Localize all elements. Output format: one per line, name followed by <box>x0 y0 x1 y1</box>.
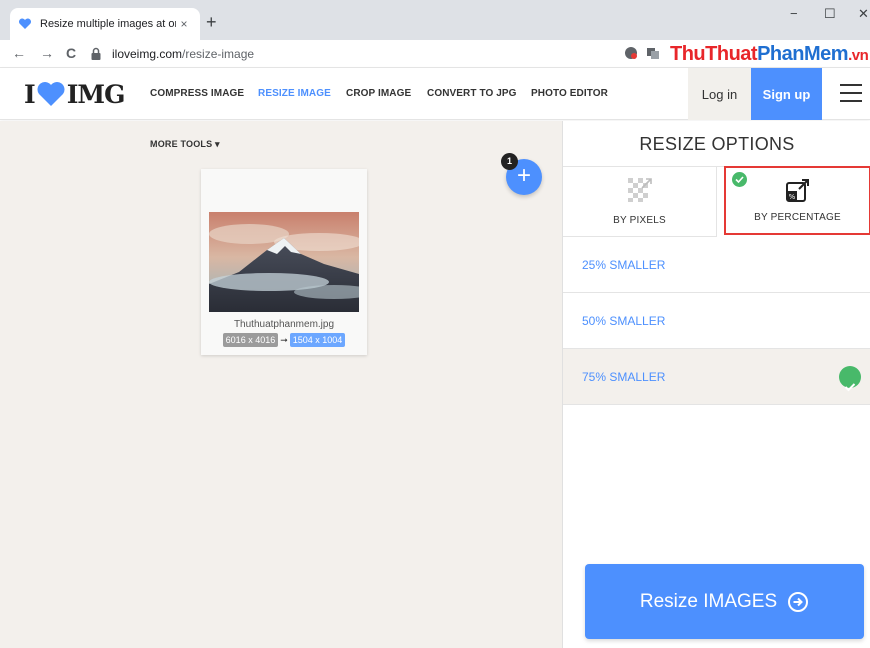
iloveimg-logo[interactable]: I IMG <box>24 79 126 109</box>
option-selected-check-icon <box>839 366 861 392</box>
resize-options-sidebar: RESIZE OPTIONS BY PIXELS % BY PERCENTAGE… <box>562 121 870 648</box>
mountain-image-icon <box>209 212 359 312</box>
nav-crop-image[interactable]: CROP IMAGE <box>346 88 411 99</box>
reload-button[interactable]: C <box>66 44 76 62</box>
heart-favicon-icon <box>18 17 32 31</box>
browser-tabstrip: Resize multiple images at once! × + − ☐ … <box>0 0 870 40</box>
thuthuatphanmem-watermark: ThuThuatPhanMem.vn <box>670 43 869 65</box>
forward-button[interactable]: → <box>40 44 54 62</box>
hamburger-menu-icon[interactable] <box>840 84 862 104</box>
heart-logo-icon <box>37 82 65 106</box>
more-tools-dropdown[interactable]: MORE TOOLS ▾ <box>150 139 220 150</box>
option-75-smaller[interactable]: 75% SMALLER <box>563 349 870 405</box>
mode-by-percentage[interactable]: % BY PERCENTAGE <box>724 166 870 235</box>
browser-tab[interactable]: Resize multiple images at once! × <box>10 8 200 40</box>
nav-photo-editor[interactable]: PHOTO EDITOR <box>531 88 608 99</box>
mode-by-pixels[interactable]: BY PIXELS <box>563 167 717 237</box>
svg-text:%: % <box>788 193 795 201</box>
tab-title: Resize multiple images at once! <box>40 18 176 30</box>
selected-check-icon <box>732 172 747 187</box>
new-tab-button[interactable]: + <box>206 12 217 32</box>
translate-icon[interactable] <box>646 46 660 60</box>
nav-convert-to-jpg[interactable]: CONVERT TO JPG <box>427 88 517 99</box>
image-thumbnail <box>209 212 359 312</box>
url-path: /resize-image <box>182 47 255 61</box>
mode-by-pixels-label: BY PIXELS <box>613 215 666 226</box>
address-bar[interactable]: iloveimg.com/resize-image <box>90 43 650 65</box>
resize-arrow-icon: ➞ <box>280 334 288 345</box>
site-header: I IMG COMPRESS IMAGE RESIZE IMAGE CROP I… <box>0 68 870 120</box>
nav-compress-image[interactable]: COMPRESS IMAGE <box>150 88 244 99</box>
logo-letter-i: I <box>24 79 36 109</box>
cookie-icon[interactable] <box>624 46 638 60</box>
lock-icon <box>90 47 104 61</box>
signup-button[interactable]: Sign up <box>751 68 822 120</box>
resize-images-button[interactable]: Resize IMAGES <box>585 564 864 639</box>
back-button[interactable]: ← <box>12 44 26 62</box>
sidebar-title: RESIZE OPTIONS <box>563 121 870 167</box>
maximize-window-button[interactable]: ☐ <box>824 6 836 22</box>
close-window-button[interactable]: ✕ <box>858 6 869 22</box>
new-size-badge: 1504 x 1004 <box>289 333 346 347</box>
minimize-window-button[interactable]: − <box>790 6 798 21</box>
login-button[interactable]: Log in <box>688 68 751 120</box>
arrow-right-circle-icon <box>788 591 809 612</box>
option-75-smaller-label: 75% SMALLER <box>582 370 666 384</box>
percentage-resize-icon: % <box>785 179 809 202</box>
option-25-smaller[interactable]: 25% SMALLER <box>563 237 870 293</box>
upload-workarea: MORE TOOLS ▾ + 1 Thuthuatphanmem.jpg 601… <box>0 121 562 648</box>
file-name: Thuthuatphanmem.jpg <box>233 319 335 330</box>
mode-by-percentage-label: BY PERCENTAGE <box>754 212 841 223</box>
nav-resize-image[interactable]: RESIZE IMAGE <box>258 88 331 99</box>
pixels-grid-icon <box>627 178 652 202</box>
file-count-badge: 1 <box>501 153 518 170</box>
file-card[interactable]: Thuthuatphanmem.jpg 6016 x 4016 ➞ 1504 x… <box>201 169 367 355</box>
option-50-smaller[interactable]: 50% SMALLER <box>563 293 870 349</box>
file-dimensions: 6016 x 4016 ➞ 1504 x 1004 <box>201 333 367 347</box>
original-size-badge: 6016 x 4016 <box>222 333 279 347</box>
tab-close-icon[interactable]: × <box>176 17 192 31</box>
resize-images-label: Resize IMAGES <box>639 590 778 612</box>
logo-text-img: IMG <box>66 79 126 109</box>
url-domain: iloveimg.com <box>112 47 183 61</box>
